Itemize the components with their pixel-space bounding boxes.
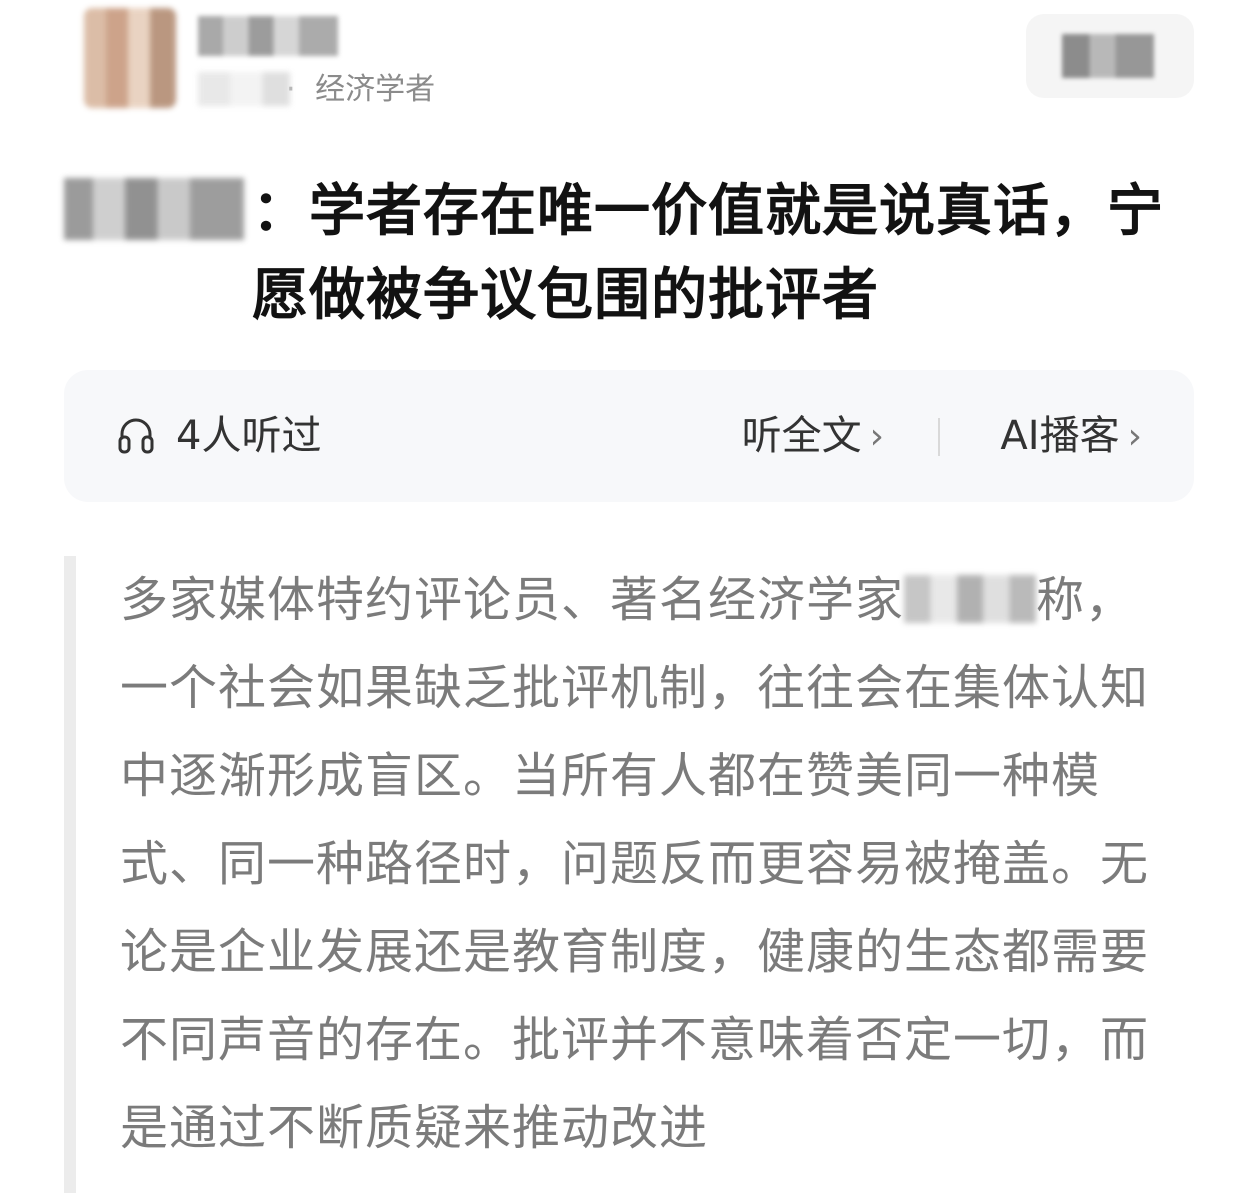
listen-count: 4人听过 <box>176 413 322 459</box>
author-avatar[interactable] <box>84 8 176 108</box>
audio-divider <box>938 418 940 456</box>
article-body-text: 多家媒体特约评论员、著名经济学家 称，一个社会如果缺乏批评机制，往往会在集体认知中… <box>120 556 1168 1172</box>
author-role: 经济学者 <box>315 72 436 107</box>
article-quote: 多家媒体特约评论员、著名经济学家 称，一个社会如果缺乏批评机制，往往会在集体认知中… <box>64 556 1194 1193</box>
article-title-section: ：学者存在唯一价值就是说真话，宁愿做被争议包围的批评者 <box>64 170 1184 338</box>
publish-time-redacted <box>198 72 290 106</box>
listen-full-text-button[interactable]: 听全文 › <box>742 410 884 464</box>
chevron-right-icon: › <box>869 416 884 457</box>
author-name-redacted[interactable] <box>198 16 338 56</box>
headphone-icon <box>118 418 154 454</box>
meta-separator: · <box>286 72 296 107</box>
ai-podcast-label: AI播客 <box>1000 413 1120 459</box>
follow-button[interactable] <box>1026 14 1194 98</box>
follow-button-label-redacted <box>1062 34 1154 78</box>
listen-full-label: 听全文 <box>741 413 862 459</box>
ai-podcast-button[interactable]: AI播客 › <box>1000 410 1142 464</box>
quote-text-part-2: 称，一个社会如果缺乏批评机制，往往会在集体认知中逐渐形成盲区。当所有人都在赞美同… <box>120 572 1150 1156</box>
article-header: · 经济学者 <box>0 0 1234 120</box>
author-meta: · 经济学者 <box>286 72 435 108</box>
person-name-redacted <box>904 575 1037 623</box>
quote-bar <box>64 556 76 1193</box>
quote-text-part-1: 多家媒体特约评论员、著名经济学家 <box>120 572 905 628</box>
title-name-redacted <box>64 178 244 240</box>
chevron-right-icon: › <box>1127 416 1142 457</box>
audio-card: 4人听过 听全文 › AI播客 › <box>64 370 1194 502</box>
